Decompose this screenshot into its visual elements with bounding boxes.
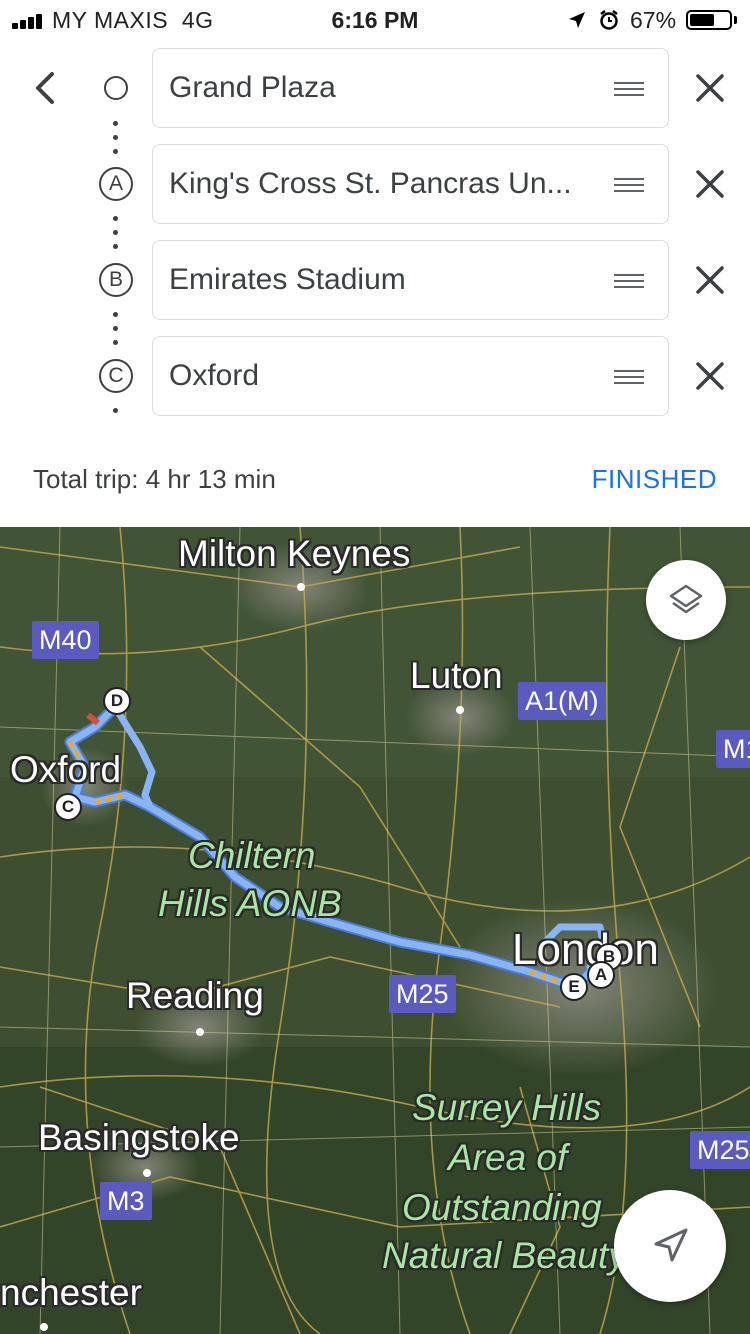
- remove-origin-button[interactable]: [690, 68, 730, 108]
- place-label: London: [512, 925, 659, 974]
- alarm-icon: [600, 10, 618, 30]
- road-shield: M1: [716, 730, 750, 768]
- layers-button[interactable]: [646, 560, 726, 640]
- origin-text: Grand Plaza: [169, 71, 336, 104]
- stop-a-marker: A: [99, 167, 133, 201]
- area-label: Surrey Hills: [412, 1087, 602, 1128]
- map-pin-d[interactable]: D: [103, 687, 131, 715]
- map-pin-a[interactable]: A: [587, 961, 615, 989]
- stop-b-text: Emirates Stadium: [169, 263, 406, 296]
- battery-percent: 67%: [630, 7, 677, 33]
- road-shield: M3: [100, 1182, 152, 1220]
- battery-icon: [686, 10, 732, 30]
- origin-field[interactable]: Grand Plaza: [152, 48, 669, 128]
- area-label: Chiltern: [188, 835, 316, 876]
- map-view[interactable]: Milton Keynes Luton Oxford Reading Basin…: [0, 527, 750, 1334]
- drag-handle-icon[interactable]: [614, 82, 644, 96]
- map-pin-e[interactable]: E: [560, 973, 588, 1001]
- remove-stop-b-button[interactable]: [690, 260, 730, 300]
- stop-b-marker: B: [99, 263, 133, 297]
- place-label: Milton Keynes: [178, 533, 411, 574]
- navigate-icon: [654, 1228, 688, 1262]
- origin-marker: [104, 76, 128, 100]
- battery-tip: [734, 16, 737, 24]
- area-label: Natural Beauty: [382, 1235, 627, 1276]
- area-label: Hills AONB: [158, 883, 342, 924]
- location-arrow-icon: [569, 12, 585, 28]
- place-label: nchester: [0, 1272, 142, 1313]
- remove-stop-c-button[interactable]: [690, 356, 730, 396]
- map-pin-c[interactable]: C: [54, 793, 82, 821]
- stop-b-field[interactable]: Emirates Stadium: [152, 240, 669, 320]
- road-shield: M25: [389, 975, 456, 1013]
- route-dots: [113, 408, 119, 422]
- area-label: Area of: [448, 1137, 568, 1178]
- layers-icon: [669, 584, 703, 614]
- remove-stop-a-button[interactable]: [690, 164, 730, 204]
- place-label: Luton: [410, 655, 503, 696]
- drag-handle-icon[interactable]: [614, 370, 644, 384]
- stop-c-text: Oxford: [169, 359, 260, 392]
- area-label: Outstanding: [402, 1187, 602, 1228]
- stop-a-text: King's Cross St. Pancras Un...: [169, 167, 572, 200]
- route-dots: [113, 121, 119, 163]
- road-shield: M25: [690, 1131, 750, 1169]
- drag-handle-icon[interactable]: [614, 178, 644, 192]
- total-trip: Total trip: 4 hr 13 min: [33, 464, 276, 494]
- place-label: Reading: [126, 975, 264, 1016]
- back-button[interactable]: [24, 66, 68, 110]
- stop-c-field[interactable]: Oxford: [152, 336, 669, 416]
- drag-handle-icon[interactable]: [614, 274, 644, 288]
- stop-c-marker: C: [99, 359, 133, 393]
- road-shield: A1(M): [518, 682, 606, 720]
- place-label: Oxford: [10, 749, 122, 790]
- status-bar: MY MAXIS 4G 6:16 PM 67%: [0, 0, 750, 40]
- finished-button[interactable]: FINISHED: [592, 464, 717, 495]
- navigate-button[interactable]: [614, 1190, 726, 1302]
- stop-a-field[interactable]: King's Cross St. Pancras Un...: [152, 144, 669, 224]
- place-label: Basingstoke: [38, 1117, 240, 1158]
- route-dots: [113, 312, 119, 354]
- route-dots: [113, 216, 119, 258]
- road-shield: M40: [32, 621, 99, 659]
